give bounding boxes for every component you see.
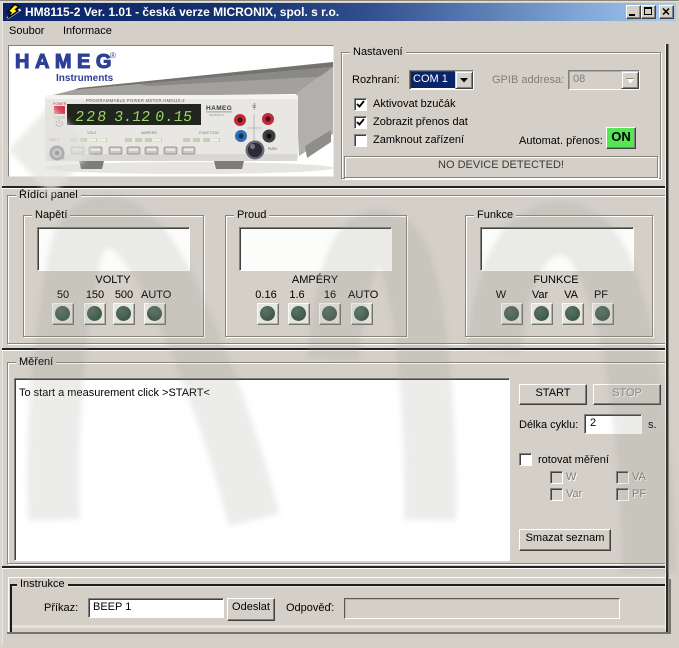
svg-text:POWER: POWER (53, 102, 67, 106)
svg-text:HM 8115-2: HM 8115-2 (209, 113, 224, 117)
svg-text:VOLT: VOLT (87, 131, 97, 135)
svg-text:3.12: 3.12 (113, 108, 151, 126)
svg-text:228: 228 (74, 108, 109, 126)
svg-text:HAMEG: HAMEG (206, 105, 232, 112)
svg-text:INPUT: INPUT (49, 138, 61, 142)
svg-text:FUNCTION: FUNCTION (199, 131, 219, 135)
svg-text:®: ® (110, 51, 116, 60)
svg-text:AMPERE: AMPERE (141, 131, 158, 135)
svg-text:0.15: 0.15 (154, 108, 193, 126)
svg-text:PUSH: PUSH (268, 147, 278, 151)
svg-text:HAMEG: HAMEG (15, 51, 117, 73)
svg-text:PROGRAMMABLE POWER METER HM811: PROGRAMMABLE POWER METER HM8115-2 (86, 98, 185, 103)
svg-text:Instruments: Instruments (56, 73, 114, 84)
